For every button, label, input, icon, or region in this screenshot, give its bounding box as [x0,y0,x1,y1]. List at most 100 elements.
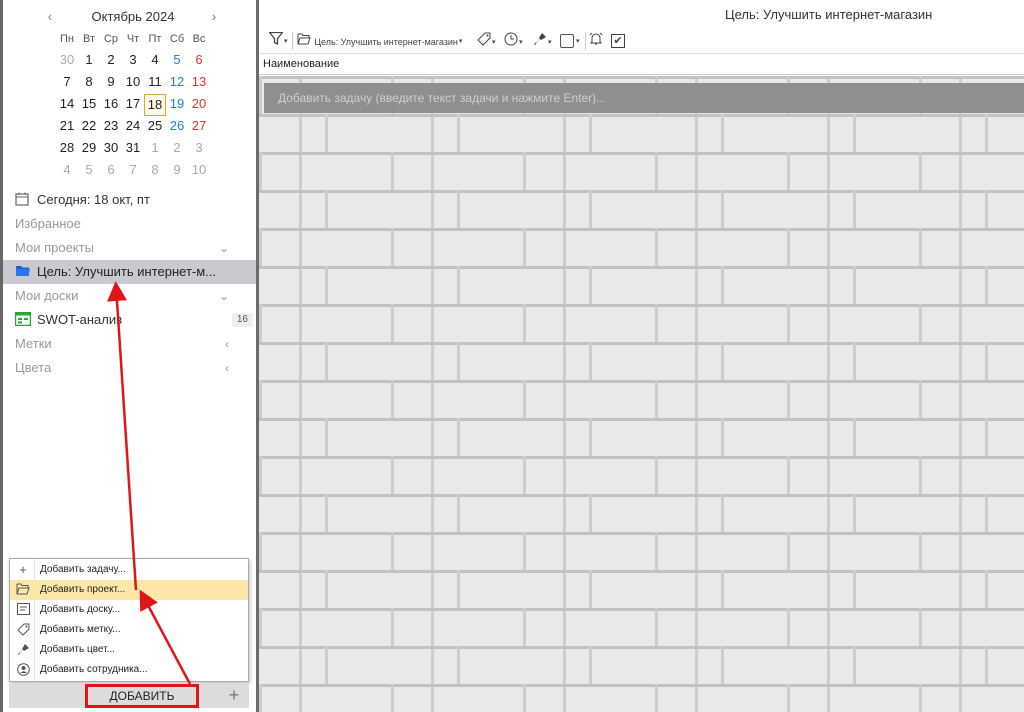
brick-row [259,570,1024,608]
add-task-input[interactable] [264,83,1024,113]
menu-item-label: Добавить проект... [40,584,126,595]
board-icon [16,603,30,617]
calendar-weekday: Пт [148,33,162,45]
column-header: Наименование [259,55,1024,75]
column-name-header[interactable]: Наименование [263,58,339,70]
calendar-day[interactable]: 15 [78,94,100,116]
calendar-day[interactable]: 10 [188,160,210,182]
favorites-item[interactable]: Избранное [15,212,259,236]
menu-item-add-tag[interactable]: Добавить метку... [10,620,248,640]
calendar-day[interactable]: 6 [188,50,210,72]
menu-item-add-color[interactable]: Добавить цвет... [10,640,248,660]
calendar-day[interactable]: 1 [144,138,166,160]
toolbar-separator [585,32,586,50]
calendar-week-row: 30 1 2 3 4 5 6 [56,50,212,72]
calendar-day[interactable]: 1 [78,50,100,72]
calendar-day[interactable]: 23 [100,116,122,138]
today-label: Сегодня: 18 окт, пт [37,192,150,207]
calendar-day[interactable]: 28 [56,138,78,160]
color-filter-button[interactable]: ▾ [533,32,552,50]
color-brush-icon [533,33,547,49]
calendar-day[interactable]: 8 [144,160,166,182]
menu-item-add-board[interactable]: Добавить доску... [10,600,248,620]
calendar-day[interactable]: 17 [122,94,144,116]
calendar-header: ‹ Октябрь 2024 › [33,8,233,26]
chevron-down-icon: ⌄ [218,289,229,303]
time-filter-button[interactable]: ▾ [504,32,523,50]
calendar-day[interactable]: 3 [188,138,210,160]
calendar-day[interactable]: 31 [122,138,144,160]
calendar-week-row: 28 29 30 31 1 2 3 [56,138,212,160]
menu-item-add-project[interactable]: Добавить проект... [10,580,248,600]
calendar-weekday: Чт [126,33,140,45]
calendar-day[interactable]: 4 [56,160,78,182]
my-projects-item[interactable]: Мои проекты ⌄ [15,236,259,260]
my-boards-item[interactable]: Мои доски ⌄ [15,284,259,308]
filter-button[interactable]: ▾ [268,31,288,50]
calendar-day[interactable]: 6 [100,160,122,182]
calendar-day[interactable]: 13 [188,72,210,94]
calendar-day[interactable]: 12 [166,72,188,94]
calendar-day[interactable]: 27 [188,116,210,138]
main-panel: Цель: Улучшить интернет-магазин ▾ Цель: … [259,0,1024,712]
plus-icon[interactable]: + [225,686,243,704]
calendar-day[interactable]: 14 [56,94,78,116]
calendar-day[interactable]: 2 [166,138,188,160]
calendar-day[interactable]: 9 [166,160,188,182]
brick-row [259,646,1024,684]
calendar-next-button[interactable]: › [205,8,223,26]
brick-row [259,418,1024,456]
colors-item[interactable]: Цвета ‹ [15,356,259,380]
calendar-day[interactable]: 4 [144,50,166,72]
calendar-day[interactable]: 3 [122,50,144,72]
calendar-weekday: Ср [103,33,119,45]
menu-item-add-employee[interactable]: Добавить сотрудника... [10,660,248,680]
calendar-day[interactable]: 29 [78,138,100,160]
calendar-day[interactable]: 30 [56,50,78,72]
calendar-day[interactable]: 2 [100,50,122,72]
brick-row [259,304,1024,342]
calendar-day[interactable]: 19 [166,94,188,116]
completed-checkbox[interactable]: ✔ [611,34,625,48]
calendar-day[interactable]: 11 [144,72,166,94]
calendar-day[interactable]: 25 [144,116,166,138]
add-menu: + Добавить задачу... Добавить проект... Д… [9,558,249,682]
calendar-week-row: 21 22 23 24 25 26 27 [56,116,212,138]
calendar-day[interactable]: 30 [100,138,122,160]
status-dropdown[interactable]: ▾ [575,32,580,50]
menu-item-add-task[interactable]: + Добавить задачу... [10,560,248,580]
menu-item-label: Добавить цвет... [40,644,115,655]
brick-row [259,456,1024,494]
board-item[interactable]: SWOT-анализ 16 [14,308,259,332]
calendar-day[interactable]: 10 [122,72,144,94]
calendar-day[interactable]: 7 [56,72,78,94]
calendar-day[interactable]: 8 [78,72,100,94]
calendar-day[interactable]: 18 [144,94,166,116]
calendar-day[interactable]: 16 [100,94,122,116]
tag-filter-button[interactable]: ▾ [477,32,496,50]
reminder-button[interactable] [589,32,603,50]
add-button[interactable]: ДОБАВИТЬ [85,684,199,708]
tag-icon [477,32,491,49]
calendar-day[interactable]: 20 [188,94,210,116]
tags-item[interactable]: Метки ‹ [15,332,259,356]
color-brush-icon [16,643,30,657]
calendar-day[interactable]: 21 [56,116,78,138]
calendar-day[interactable]: 24 [122,116,144,138]
calendar-day[interactable]: 22 [78,116,100,138]
calendar-day[interactable]: 5 [166,50,188,72]
user-icon [16,663,30,677]
brick-row [259,494,1024,532]
brick-row [259,342,1024,380]
project-item-selected[interactable]: Цель: Улучшить интернет-м... [3,260,259,284]
brick-row [259,228,1024,266]
calendar-day[interactable]: 26 [166,116,188,138]
project-select[interactable]: Цель: Улучшить интернет-магазин▾ [297,32,462,50]
menu-item-label: Добавить сотрудника... [40,664,148,675]
calendar-day[interactable]: 5 [78,160,100,182]
calendar-day[interactable]: 9 [100,72,122,94]
today-item[interactable]: Сегодня: 18 окт, пт [15,188,259,212]
status-box-button[interactable] [560,34,574,48]
filter-icon [268,31,284,48]
calendar-day[interactable]: 7 [122,160,144,182]
